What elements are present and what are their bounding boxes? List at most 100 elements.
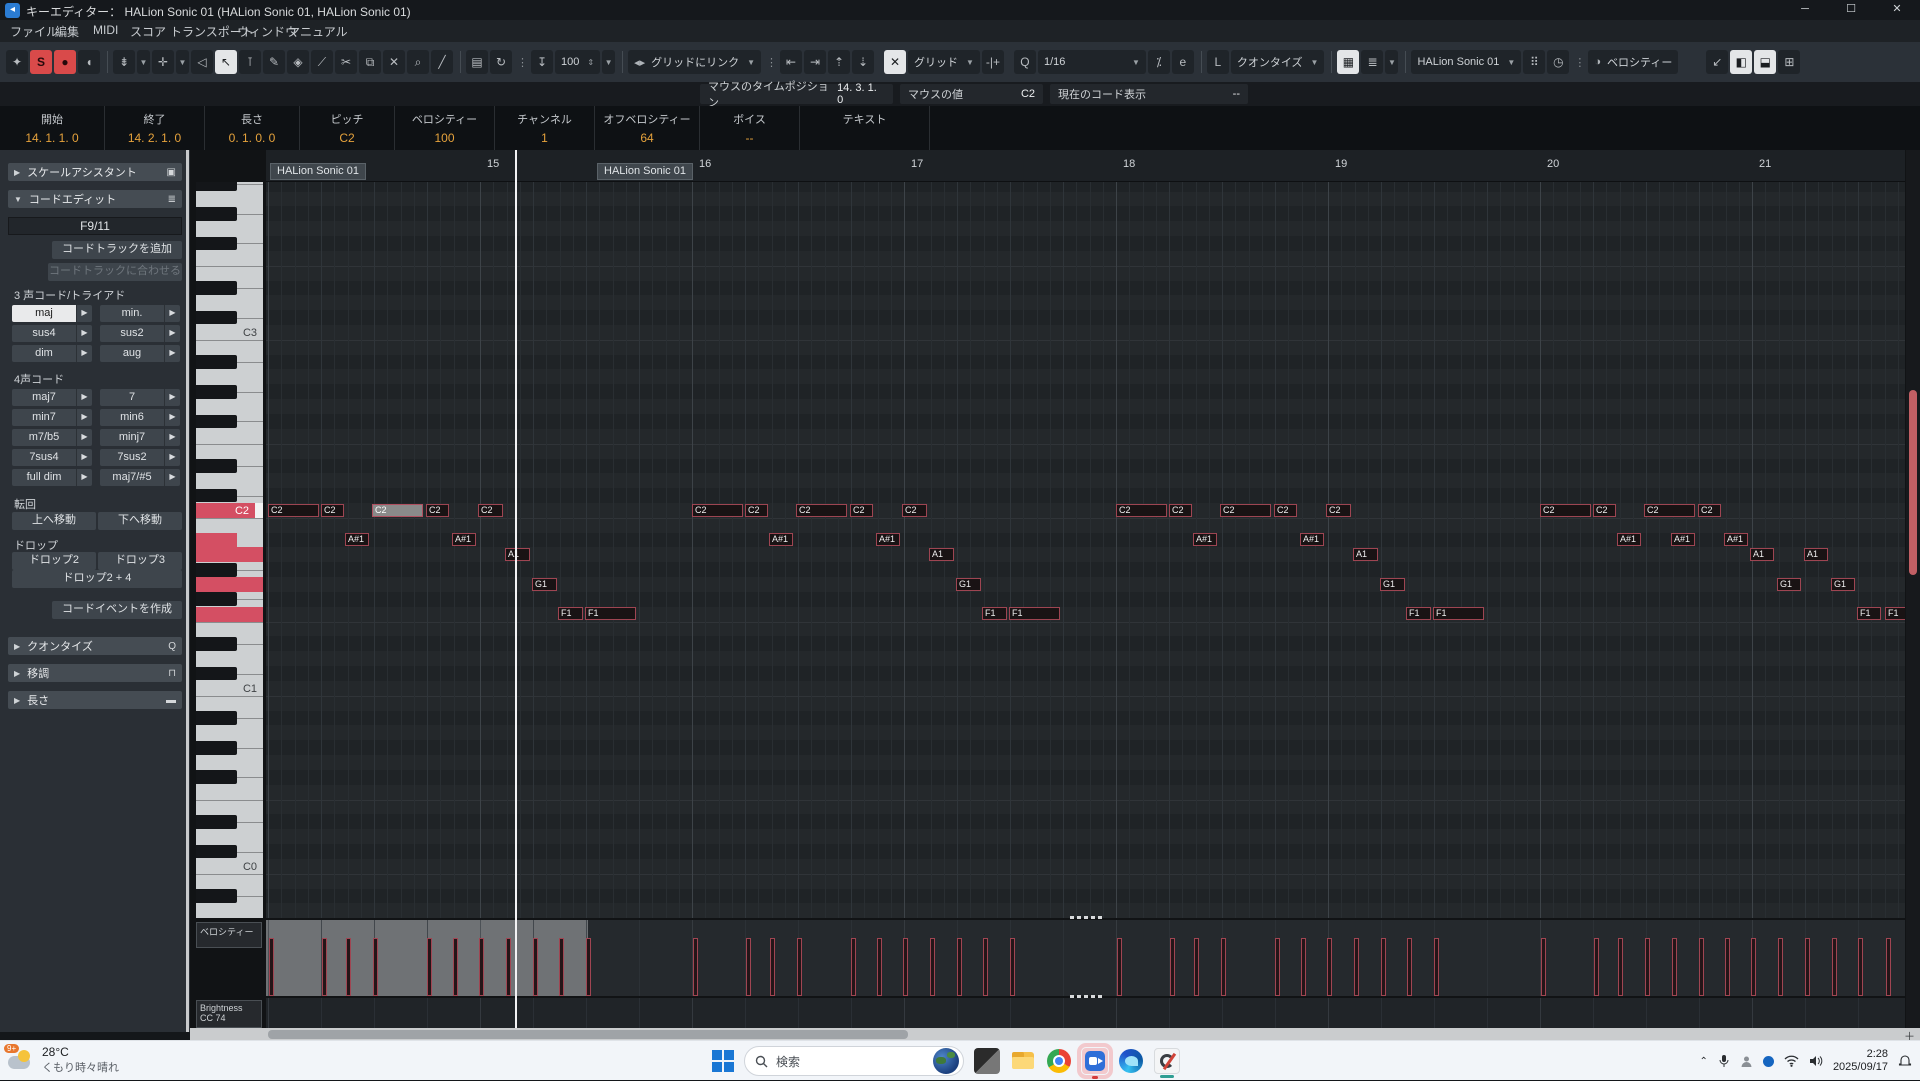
midi-note-a1[interactable]: A1 (1804, 548, 1828, 561)
black-key-A#-1[interactable] (196, 889, 237, 903)
insert-velocity-icon[interactable]: ↧ (531, 50, 553, 74)
autoscroll-button[interactable]: ⇟ (113, 50, 135, 74)
menu-2[interactable]: 編集 (55, 23, 79, 40)
black-key-F#2[interactable] (196, 415, 237, 429)
quantize-icon[interactable]: Q (1014, 50, 1036, 74)
midi-note-g1[interactable]: G1 (1831, 578, 1855, 591)
midi-note-a1[interactable]: A1 (1750, 548, 1774, 561)
velocity-bar[interactable] (1672, 938, 1677, 996)
fournote-7sus2[interactable]: 7sus2 (100, 449, 164, 466)
triad-arrow-icon[interactable]: ▶ (164, 325, 180, 342)
black-key-C#2[interactable] (196, 489, 237, 503)
velocity-bar[interactable] (1858, 938, 1863, 996)
line-tool[interactable]: ╱ (431, 50, 453, 74)
midi-note-c2[interactable]: C2 (1274, 504, 1297, 517)
part-name-label-2[interactable]: HALion Sonic 01 (597, 163, 693, 180)
midi-note-f1[interactable]: F1 (1009, 607, 1060, 620)
fournote-7sus4[interactable]: 7sus4 (12, 449, 76, 466)
highlighted-black-key-A#1[interactable] (196, 533, 237, 547)
vertical-scrollbar-thumb[interactable] (1909, 390, 1917, 575)
triad-min[interactable]: min. (100, 305, 164, 322)
pen-tool[interactable]: ⟋ (311, 50, 333, 74)
file-explorer-icon[interactable] (1010, 1048, 1036, 1074)
velocity-bar[interactable] (1117, 938, 1122, 996)
record-in-editor-button[interactable]: ● (54, 50, 76, 74)
velocity-bar[interactable] (797, 938, 802, 996)
person-icon[interactable] (1740, 1055, 1753, 1068)
midi-note-f1[interactable]: F1 (1406, 607, 1431, 620)
highlighted-white-key-G1[interactable] (196, 577, 263, 592)
velocity-bar[interactable] (877, 938, 882, 996)
draw-tool[interactable]: ✎ (263, 50, 285, 74)
note-display-grid[interactable]: C2C2A#1C2C2A#1C2A1G1F1F1C2C2A#1C2C2A#1C2… (266, 182, 1905, 918)
midi-note-c2[interactable]: C2 (426, 504, 449, 517)
triad-arrow-icon[interactable]: ▶ (76, 345, 92, 362)
velocity-bar[interactable] (851, 938, 856, 996)
velocity-bar[interactable] (479, 938, 484, 996)
bluetooth-dot-icon[interactable] (1763, 1056, 1774, 1067)
velocity-bar[interactable] (1275, 938, 1280, 996)
comp-tool[interactable]: ▤ (466, 50, 488, 74)
midi-note-c2[interactable]: C2 (1698, 504, 1721, 517)
edit-active-part-button[interactable]: ≣ (1361, 50, 1383, 74)
drum-map-icon[interactable]: ⠿ (1523, 50, 1545, 74)
fournote-arrow-icon[interactable]: ▶ (164, 389, 180, 406)
part-editing-dropdown[interactable]: ▼ (1385, 50, 1398, 74)
black-key-C#3[interactable] (196, 311, 237, 325)
fournote-arrow-icon[interactable]: ▶ (76, 409, 92, 426)
info-column-6[interactable]: チャンネル1 (495, 106, 595, 150)
midi-note-c2[interactable]: C2 (1644, 504, 1695, 517)
pin-icon[interactable]: ✦ (6, 50, 28, 74)
midi-note-as1[interactable]: A#1 (1193, 533, 1217, 546)
insert-velocity-dropdown[interactable]: ▼ (602, 50, 615, 74)
velocity-bar[interactable] (1170, 938, 1175, 996)
velocity-bar[interactable] (746, 938, 751, 996)
midi-note-f1[interactable]: F1 (585, 607, 636, 620)
info-column-5[interactable]: ベロシティー100 (395, 106, 495, 150)
midi-note-g1[interactable]: G1 (1777, 578, 1801, 591)
swing-icon[interactable]: ⁒ (1148, 50, 1170, 74)
velocity-bar[interactable] (1221, 938, 1226, 996)
split-tool[interactable]: ✂ (335, 50, 357, 74)
quantize-section-header[interactable]: ▶ クオンタイズ Q (8, 637, 182, 655)
fournote-arrow-icon[interactable]: ▶ (164, 429, 180, 446)
chevron-down-icon[interactable]: ▼ (966, 58, 974, 67)
menu-7[interactable]: マニュアル (288, 23, 348, 40)
fournote-maj7[interactable]: maj7 (12, 389, 76, 406)
fournote-maj75[interactable]: maj7/#5 (100, 469, 164, 486)
velocity-bar[interactable] (1301, 938, 1306, 996)
edge-icon[interactable] (1118, 1048, 1144, 1074)
info-column-2[interactable]: 終了14. 2. 1. 0 (105, 106, 205, 150)
chevron-down-icon[interactable]: ▼ (747, 58, 755, 67)
black-key-A#3[interactable] (196, 182, 237, 191)
trim-tool[interactable]: ⊺ (239, 50, 261, 74)
drop-2-button[interactable]: ドロップ2 (12, 552, 96, 570)
scale-assistant-section-header[interactable]: ▶ スケールアシスタント ▣ (8, 163, 182, 181)
grid-type-combo[interactable]: グリッド▼ (908, 50, 980, 74)
midi-note-c2[interactable]: C2 (321, 504, 344, 517)
fournote-fulldim[interactable]: full dim (12, 469, 76, 486)
fournote-arrow-icon[interactable]: ▶ (164, 409, 180, 426)
horizontal-scrollbar-thumb[interactable] (268, 1030, 908, 1039)
quantize-panel-icon[interactable]: e (1172, 50, 1194, 74)
microphone-icon[interactable] (1718, 1054, 1730, 1068)
window-layout-setup-button[interactable]: ⊞ (1778, 50, 1800, 74)
triad-arrow-icon[interactable]: ▶ (76, 305, 92, 322)
show-note-expression-button[interactable]: ▦ (1337, 50, 1359, 74)
toolbar-kebab-icon[interactable]: ⋮ (517, 56, 528, 69)
highlighted-white-key-F1[interactable] (196, 607, 263, 622)
velocity-bar[interactable] (559, 938, 564, 996)
triad-sus2[interactable]: sus2 (100, 325, 164, 342)
velocity-bar[interactable] (269, 938, 274, 996)
fournote-arrow-icon[interactable]: ▶ (164, 449, 180, 466)
add-chord-track-button[interactable]: コードトラックを追加 (52, 241, 182, 259)
transpose-section-header[interactable]: ▶ 移調 ⊓ (8, 664, 182, 682)
triad-arrow-icon[interactable]: ▶ (164, 305, 180, 322)
cc-brightness-lane[interactable] (266, 998, 1905, 1028)
info-column-4[interactable]: ピッチC2 (300, 106, 395, 150)
velocity-bar[interactable] (1778, 938, 1783, 996)
fournote-min6[interactable]: min6 (100, 409, 164, 426)
drop-3-button[interactable]: ドロップ3 (98, 552, 182, 570)
nudge-start-left-button[interactable]: ⇤ (780, 50, 802, 74)
velocity-bar[interactable] (1434, 938, 1439, 996)
